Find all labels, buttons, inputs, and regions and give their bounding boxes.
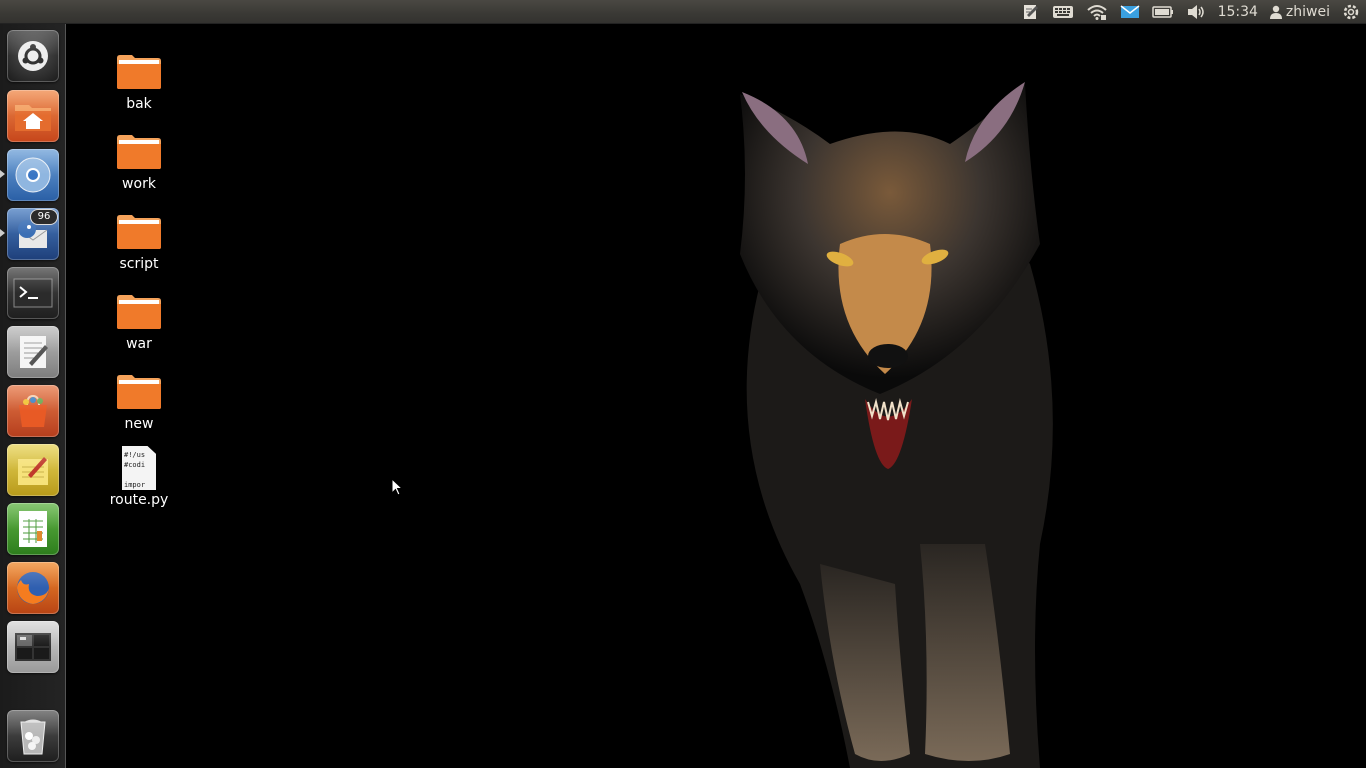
folder-icon: [117, 135, 161, 169]
desktop-folder-script[interactable]: script: [99, 212, 179, 272]
desktop-folder-war[interactable]: war: [99, 292, 179, 352]
trash-icon: [20, 719, 46, 755]
text-editor-icon: [20, 336, 48, 368]
notes-icon[interactable]: [1022, 0, 1040, 24]
spreadsheet-button[interactable]: [7, 503, 59, 555]
text-editor-button[interactable]: [7, 326, 59, 378]
desktop-icon-label: work: [122, 176, 156, 192]
running-indicator: [0, 170, 5, 178]
user-menu[interactable]: zhiwei: [1269, 0, 1330, 24]
user-icon: [1269, 5, 1282, 19]
desktop-icon-label: war: [126, 336, 152, 352]
software-center-button[interactable]: [7, 385, 59, 437]
file-preview-line: impor: [124, 481, 146, 489]
mouse-cursor-icon: [391, 478, 403, 496]
trash-button[interactable]: [7, 710, 59, 762]
desktop-icon-label: script: [119, 256, 159, 272]
workspace-switcher-button[interactable]: [7, 621, 59, 673]
notes-button[interactable]: [7, 444, 59, 496]
session-gear-icon[interactable]: [1342, 0, 1360, 24]
python-file-icon: #!/us #codi impor: [122, 446, 156, 490]
chromium-icon: [15, 157, 51, 193]
thunderbird-button[interactable]: 96: [7, 208, 59, 260]
wolf-wallpaper: [740, 82, 1053, 768]
top-panel: 15:34 zhiwei: [0, 0, 1366, 24]
software-center-icon: [19, 394, 47, 427]
ubuntu-logo-icon: [18, 41, 48, 71]
folder-icon: [117, 375, 161, 409]
desktop-folder-new[interactable]: new: [99, 372, 179, 432]
desktop-file-route-py[interactable]: #!/us #codi impor route.py: [99, 446, 179, 508]
wifi-icon[interactable]: [1086, 0, 1108, 24]
username-label: zhiwei: [1285, 3, 1330, 20]
terminal-button[interactable]: [7, 267, 59, 319]
desktop-icon-label: new: [124, 416, 154, 432]
workspaces-icon: [15, 633, 51, 661]
folder-icon: [117, 55, 161, 89]
desktop-folder-work[interactable]: work: [99, 132, 179, 192]
home-folder-button[interactable]: [7, 90, 59, 142]
volume-icon[interactable]: [1186, 0, 1206, 24]
clock[interactable]: 15:34: [1218, 0, 1258, 24]
dash-button[interactable]: [7, 30, 59, 82]
file-preview-line: #codi: [124, 461, 146, 469]
launcher: 96: [0, 24, 66, 768]
battery-icon[interactable]: [1151, 0, 1174, 24]
unread-count-badge: 96: [30, 209, 58, 225]
desktop-icon-label: route.py: [109, 492, 169, 508]
home-folder-icon: [15, 105, 51, 131]
file-preview-line: #!/us: [124, 451, 146, 459]
keyboard-icon[interactable]: [1052, 0, 1074, 24]
folder-icon: [117, 215, 161, 249]
firefox-button[interactable]: [7, 562, 59, 614]
terminal-icon: [13, 278, 53, 308]
folder-icon: [117, 295, 161, 329]
desktop-icon-label: bak: [126, 96, 152, 112]
chromium-button[interactable]: [7, 149, 59, 201]
spreadsheet-icon: [19, 511, 47, 547]
desktop-folder-bak[interactable]: bak: [99, 52, 179, 112]
notepad-icon: [18, 457, 48, 485]
firefox-icon: [17, 572, 49, 604]
mail-icon[interactable]: [1120, 0, 1140, 24]
running-indicator: [0, 229, 5, 237]
